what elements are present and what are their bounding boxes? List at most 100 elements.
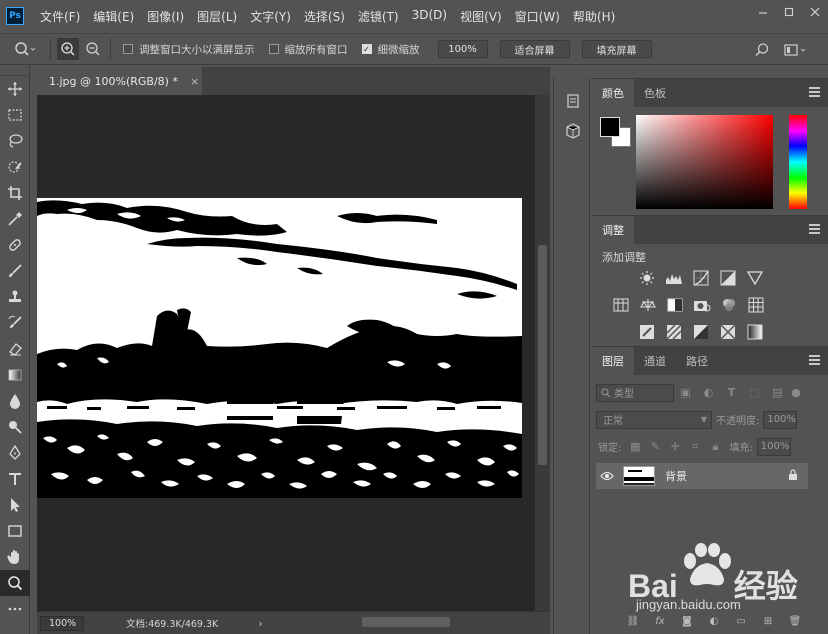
history-panel-icon[interactable] [554,86,591,116]
fill-input[interactable]: 100% [756,437,791,456]
close-icon[interactable] [802,0,828,24]
healing-brush-tool-icon[interactable] [0,232,30,258]
toolbar-grip[interactable] [0,66,29,76]
document-image[interactable] [37,198,522,498]
horizontal-scroll-thumb[interactable] [362,617,450,627]
add-mask-icon[interactable]: ◙ [676,612,698,630]
gradient-tool-icon[interactable] [0,362,30,388]
fit-screen-button[interactable]: 适合屏幕 [499,40,570,58]
invert-icon[interactable] [636,321,658,343]
trash-icon[interactable]: 🗑︎ [784,612,806,630]
document-tab[interactable]: 1.jpg @ 100%(RGB/8) * × [37,67,202,95]
zoom-level-field[interactable]: 100% [40,615,84,631]
lock-position-icon[interactable]: ✛ [665,438,685,456]
levels-icon[interactable] [663,267,685,289]
blend-mode-select[interactable]: 正常 ▼ [596,410,712,429]
layer-style-icon[interactable]: fx [649,612,671,630]
layer-filter-kind[interactable]: 类型 [596,383,674,402]
menu-layer[interactable]: 图层(L) [197,8,237,25]
menu-select[interactable]: 选择(S) [304,8,345,25]
exposure-icon[interactable] [717,267,739,289]
lock-image-pixels-icon[interactable]: ✎ [645,438,665,456]
menu-help[interactable]: 帮助(H) [573,8,615,25]
color-balance-icon[interactable] [637,294,659,316]
horizontal-scrollbar[interactable] [272,615,534,629]
hue-slider[interactable] [789,115,807,209]
dodge-tool-icon[interactable] [0,414,30,440]
lock-artboard-icon[interactable]: ⌗ [685,438,705,456]
menu-window[interactable]: 窗口(W) [515,8,560,25]
link-layers-icon[interactable]: ⛓ [622,612,644,630]
channel-mixer-icon[interactable] [718,294,740,316]
move-tool-icon[interactable] [0,76,30,102]
selective-color-icon[interactable] [717,321,739,343]
color-lookup-icon[interactable] [745,294,767,316]
panel-menu-icon[interactable] [809,224,820,234]
brush-tool-icon[interactable] [0,258,30,284]
eye-icon[interactable] [596,471,618,481]
vertical-scroll-thumb[interactable] [538,245,547,465]
menu-filter[interactable]: 滤镜(T) [358,8,399,25]
eyedropper-tool-icon[interactable] [0,206,30,232]
scrubby-zoom-checkbox[interactable]: ✓ 细微缩放 [361,42,420,57]
menu-type[interactable]: 文字(Y) [250,8,291,25]
vibrance-icon[interactable] [744,267,766,289]
hand-tool-icon[interactable] [0,544,30,570]
tab-color[interactable]: 颜色 [592,79,634,107]
menu-image[interactable]: 图像(I) [147,8,184,25]
posterize-icon[interactable] [663,321,685,343]
path-selection-tool-icon[interactable] [0,492,30,518]
filter-shape-icon[interactable]: ⬚ [743,384,766,402]
history-brush-tool-icon[interactable] [0,310,30,336]
curves-icon[interactable] [690,267,712,289]
restore-icon[interactable] [776,0,802,24]
tab-swatches[interactable]: 色板 [634,79,676,107]
filter-adjustment-icon[interactable]: ◐ [697,384,720,402]
minimize-icon[interactable] [750,0,776,24]
zoom-all-windows-checkbox[interactable]: 缩放所有窗口 [268,42,348,57]
checkbox-checked-icon[interactable]: ✓ [361,44,372,54]
brightness-contrast-icon[interactable] [636,267,658,289]
zoom-in-icon[interactable] [57,38,79,60]
lock-transparent-pixels-icon[interactable]: ▦ [625,438,645,456]
crop-tool-icon[interactable] [0,180,30,206]
filter-toggle-icon[interactable]: ● [789,384,803,402]
zoom-out-icon[interactable] [82,38,104,60]
foreground-color-swatch[interactable] [600,117,620,137]
blur-tool-icon[interactable] [0,388,30,414]
marquee-tool-icon[interactable] [0,102,30,128]
quick-selection-tool-icon[interactable] [0,154,30,180]
zoom-100-button[interactable]: 100% [437,40,488,58]
panel-menu-icon[interactable] [809,355,820,365]
clone-stamp-tool-icon[interactable] [0,284,30,310]
menu-3d[interactable]: 3D(D) [412,8,447,25]
pen-tool-icon[interactable] [0,440,30,466]
menu-view[interactable]: 视图(V) [460,8,502,25]
close-tab-icon[interactable]: × [190,75,199,88]
status-menu-arrow-icon[interactable]: › [258,617,262,630]
eraser-tool-icon[interactable] [0,336,30,362]
gradient-map-icon[interactable] [744,321,766,343]
opacity-input[interactable]: 100% [763,410,798,429]
filter-pixel-icon[interactable]: ▣ [674,384,697,402]
menu-file[interactable]: 文件(F) [40,8,80,25]
canvas-area[interactable] [37,95,535,611]
threshold-icon[interactable] [690,321,712,343]
resize-windows-checkbox[interactable]: 调整窗口大小以满屏显示 [123,42,255,57]
tab-layers[interactable]: 图层 [592,347,634,375]
vertical-scrollbar[interactable] [535,95,550,611]
filter-smart-object-icon[interactable]: ▤ [766,384,789,402]
new-group-icon[interactable]: ▭ [730,612,752,630]
filter-type-icon[interactable]: T [720,384,743,402]
3d-panel-icon[interactable] [554,116,591,146]
tab-channels[interactable]: 通道 [634,347,676,375]
new-adjustment-layer-icon[interactable]: ◐ [703,612,725,630]
tab-paths[interactable]: 路径 [676,347,718,375]
new-layer-icon[interactable]: ⊞ [757,612,779,630]
hue-saturation-icon[interactable] [610,294,632,316]
photo-filter-icon[interactable] [691,294,713,316]
workspace-switcher-icon[interactable] [782,39,810,61]
search-icon[interactable] [751,39,773,61]
black-white-icon[interactable] [664,294,686,316]
checkbox-box[interactable] [123,44,133,54]
